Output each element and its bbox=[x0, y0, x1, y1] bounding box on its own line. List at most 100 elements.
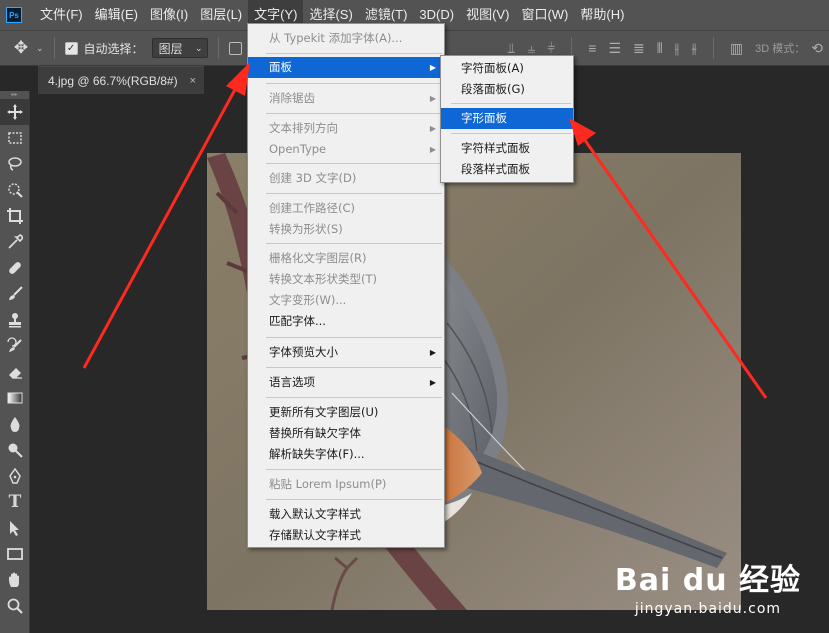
crop-icon[interactable] bbox=[0, 203, 30, 229]
menu-view[interactable]: 视图(V) bbox=[460, 0, 515, 30]
menu-item-typekit[interactable]: 从 Typekit 添加字体(A)... bbox=[248, 28, 444, 49]
menu-item-language-options[interactable]: 语言选项 ▶ bbox=[248, 372, 444, 393]
submenu-arrow-icon: ▶ bbox=[429, 378, 436, 387]
menu-item-resolve-missing[interactable]: 解析缺失字体(F)... bbox=[248, 444, 444, 465]
menu-item-opentype[interactable]: OpenType ▶ bbox=[248, 139, 444, 160]
stamp-icon[interactable] bbox=[0, 307, 30, 333]
watermark-logo: Bai du 经验 bbox=[614, 563, 801, 598]
watermark: Bai du 经验 jingyan.baidu.com bbox=[615, 555, 801, 617]
auto-align-icon[interactable]: ▥ bbox=[730, 40, 743, 57]
orbit-3d-icon[interactable]: ⟲ bbox=[811, 40, 823, 57]
show-transform-checkbox[interactable] bbox=[228, 41, 242, 55]
photoshop-logo: Ps bbox=[6, 7, 22, 23]
menu-item-convert-shape[interactable]: 转换为形状(S) bbox=[248, 219, 444, 240]
zoom-icon[interactable] bbox=[0, 593, 30, 619]
align-bottom-icon[interactable]: ⫩ bbox=[547, 40, 555, 57]
divider bbox=[266, 397, 442, 398]
align-top-icon[interactable]: ⫫ bbox=[507, 40, 515, 57]
submenu-item-character-styles[interactable]: 字符样式面板 bbox=[441, 138, 573, 159]
blur-icon[interactable] bbox=[0, 411, 30, 437]
path-select-icon[interactable] bbox=[0, 515, 30, 541]
divider bbox=[266, 113, 442, 114]
submenu-item-paragraph[interactable]: 段落面板(G) bbox=[441, 79, 573, 100]
brush-icon[interactable] bbox=[0, 281, 30, 307]
distribute-top-icon[interactable]: ≡ bbox=[588, 40, 596, 56]
eyedropper-icon[interactable] bbox=[0, 229, 30, 255]
distribute-bottom-icon[interactable]: ≣ bbox=[633, 40, 645, 57]
menu-item-font-preview-size-label: 字体预览大小 bbox=[269, 345, 338, 359]
watermark-url: jingyan.baidu.com bbox=[634, 601, 782, 617]
divider bbox=[266, 193, 442, 194]
auto-select-checkbox[interactable]: ✓ bbox=[64, 41, 78, 55]
tools-panel: ▸▸ T bbox=[0, 91, 30, 633]
divider bbox=[712, 37, 714, 59]
menu-item-update-layers[interactable]: 更新所有文字图层(U) bbox=[248, 402, 444, 423]
menu-item-save-default-style[interactable]: 存储默认文字样式 bbox=[248, 525, 444, 546]
rectangle-icon[interactable] bbox=[0, 541, 30, 567]
menu-item-language-options-label: 语言选项 bbox=[269, 375, 315, 389]
divider bbox=[217, 37, 219, 59]
hand-icon[interactable] bbox=[0, 567, 30, 593]
divider bbox=[53, 37, 55, 59]
divider bbox=[266, 367, 442, 368]
menu-item-create-path[interactable]: 创建工作路径(C) bbox=[248, 198, 444, 219]
distribute-left-icon[interactable]: ⫴ bbox=[657, 40, 663, 57]
type-icon[interactable]: T bbox=[0, 489, 30, 515]
divider bbox=[266, 469, 442, 470]
panel-grip[interactable]: ▸▸ bbox=[0, 91, 29, 99]
submenu-arrow-icon: ▶ bbox=[429, 348, 436, 357]
divider bbox=[266, 53, 442, 54]
divider bbox=[266, 83, 442, 84]
menu-item-panels[interactable]: 面板 ▶ bbox=[248, 57, 444, 78]
document-tab[interactable]: 4.jpg @ 66.7%(RGB/8#) × bbox=[38, 66, 204, 94]
menu-item-replace-missing[interactable]: 替换所有缺欠字体 bbox=[248, 423, 444, 444]
healing-icon[interactable] bbox=[0, 255, 30, 281]
menu-item-warp-text[interactable]: 文字变形(W)... bbox=[248, 290, 444, 311]
quick-select-icon[interactable] bbox=[0, 177, 30, 203]
document-tab-title: 4.jpg @ 66.7%(RGB/8#) bbox=[48, 74, 178, 88]
gradient-icon[interactable] bbox=[0, 385, 30, 411]
menu-item-font-preview-size[interactable]: 字体预览大小 ▶ bbox=[248, 342, 444, 363]
distribute-vcenter-icon[interactable]: ☰ bbox=[608, 40, 621, 57]
submenu-item-character[interactable]: 字符面板(A) bbox=[441, 58, 573, 79]
menu-item-create-3d[interactable]: 创建 3D 文字(D) bbox=[248, 168, 444, 189]
eraser-icon[interactable] bbox=[0, 359, 30, 385]
auto-select-target-dropdown[interactable]: 图层 ⌄ bbox=[151, 38, 208, 58]
chevron-down-icon: ⌄ bbox=[195, 42, 203, 53]
move-tool-preset-icon[interactable]: ✥ bbox=[10, 37, 32, 59]
close-icon[interactable]: × bbox=[190, 67, 196, 95]
menu-item-orientation[interactable]: 文本排列方向 ▶ bbox=[248, 118, 444, 139]
menu-window[interactable]: 窗口(W) bbox=[515, 0, 574, 30]
menu-edit[interactable]: 编辑(E) bbox=[89, 0, 144, 30]
move-icon[interactable] bbox=[0, 99, 30, 125]
align-vcenter-icon[interactable]: ⫨ bbox=[527, 40, 535, 57]
submenu-item-paragraph-styles[interactable]: 段落样式面板 bbox=[441, 159, 573, 180]
menu-item-load-default-style[interactable]: 载入默认文字样式 bbox=[248, 504, 444, 525]
mode-3d-label: 3D 模式： bbox=[755, 43, 806, 55]
menu-file[interactable]: 文件(F) bbox=[34, 0, 89, 30]
distribute-hcenter-icon[interactable]: ⫲ bbox=[675, 40, 680, 57]
menu-item-paste-lorem[interactable]: 粘贴 Lorem Ipsum(P) bbox=[248, 474, 444, 495]
menu-image[interactable]: 图像(I) bbox=[144, 0, 194, 30]
menu-item-convert-text-shape[interactable]: 转换文本形状类型(T) bbox=[248, 269, 444, 290]
marquee-icon[interactable] bbox=[0, 125, 30, 151]
menu-item-orientation-label: 文本排列方向 bbox=[269, 121, 338, 135]
menu-item-opentype-label: OpenType bbox=[269, 142, 327, 156]
submenu-item-glyphs[interactable]: 字形面板 bbox=[441, 108, 573, 129]
divider bbox=[266, 243, 442, 244]
dodge-icon[interactable] bbox=[0, 437, 30, 463]
history-brush-icon[interactable] bbox=[0, 333, 30, 359]
menu-help[interactable]: 帮助(H) bbox=[574, 0, 630, 30]
distribute-right-icon[interactable]: ⫳ bbox=[691, 40, 697, 57]
divider bbox=[266, 499, 442, 500]
menu-layer[interactable]: 图层(L) bbox=[194, 0, 248, 30]
auto-select-target-value: 图层 bbox=[158, 41, 183, 56]
chevron-down-icon[interactable]: ⌄ bbox=[36, 43, 44, 54]
menu-item-anti-alias[interactable]: 消除锯齿 ▶ bbox=[248, 88, 444, 109]
menu-item-match-font[interactable]: 匹配字体... bbox=[248, 311, 444, 332]
menu-item-rasterize[interactable]: 栅格化文字图层(R) bbox=[248, 248, 444, 269]
submenu-arrow-icon: ▶ bbox=[429, 124, 436, 133]
pen-icon[interactable] bbox=[0, 463, 30, 489]
lasso-icon[interactable] bbox=[0, 151, 30, 177]
submenu-arrow-icon: ▶ bbox=[429, 145, 436, 154]
